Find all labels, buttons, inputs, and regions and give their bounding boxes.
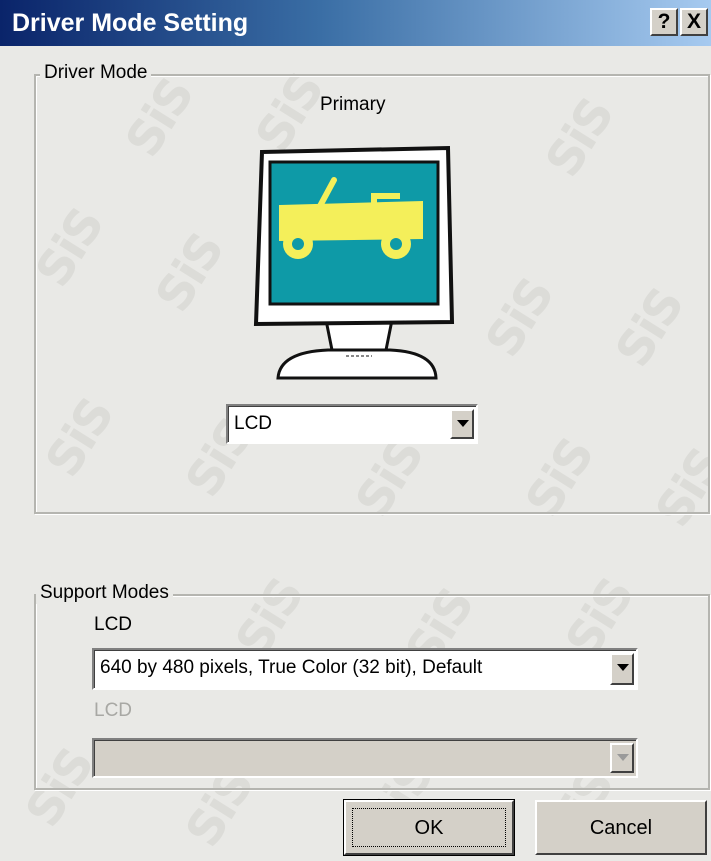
dropdown-arrow-icon[interactable] [610, 743, 634, 773]
help-button[interactable]: ? [650, 8, 678, 36]
title-bar[interactable]: Driver Mode Setting ? X [0, 0, 711, 46]
primary-lcd-label: LCD [94, 614, 133, 635]
ok-button-label: OK [414, 817, 444, 839]
dropdown-arrow-icon[interactable] [610, 653, 634, 685]
device-select[interactable]: LCD [226, 404, 478, 444]
secondary-mode-select[interactable] [92, 738, 638, 778]
cancel-button[interactable]: Cancel [535, 800, 707, 855]
primary-mode-select-value: 640 by 480 pixels, True Color (32 bit), … [100, 657, 483, 678]
ok-button[interactable]: OK [343, 799, 515, 856]
support-modes-group-label: Support Modes [36, 582, 173, 604]
driver-mode-group-label: Driver Mode [40, 62, 152, 84]
primary-mode-select[interactable]: 640 by 480 pixels, True Color (32 bit), … [92, 648, 638, 690]
device-select-value: LCD [234, 413, 273, 434]
secondary-lcd-label: LCD [94, 700, 133, 721]
cancel-button-label: Cancel [589, 817, 653, 839]
primary-display-label: Primary [320, 94, 386, 115]
close-icon: X [686, 10, 701, 33]
monitor-with-jeep-icon [253, 145, 455, 380]
help-icon: ? [657, 10, 671, 33]
close-button[interactable]: X [680, 8, 708, 36]
dropdown-arrow-icon[interactable] [450, 409, 474, 439]
dialog-window: SiS SiS SiS SiS SiS SiS SiS SiS SiS SiS SiS SiS SiS S… [0, 0, 711, 861]
window-title: Driver Mode Setting [12, 9, 249, 37]
